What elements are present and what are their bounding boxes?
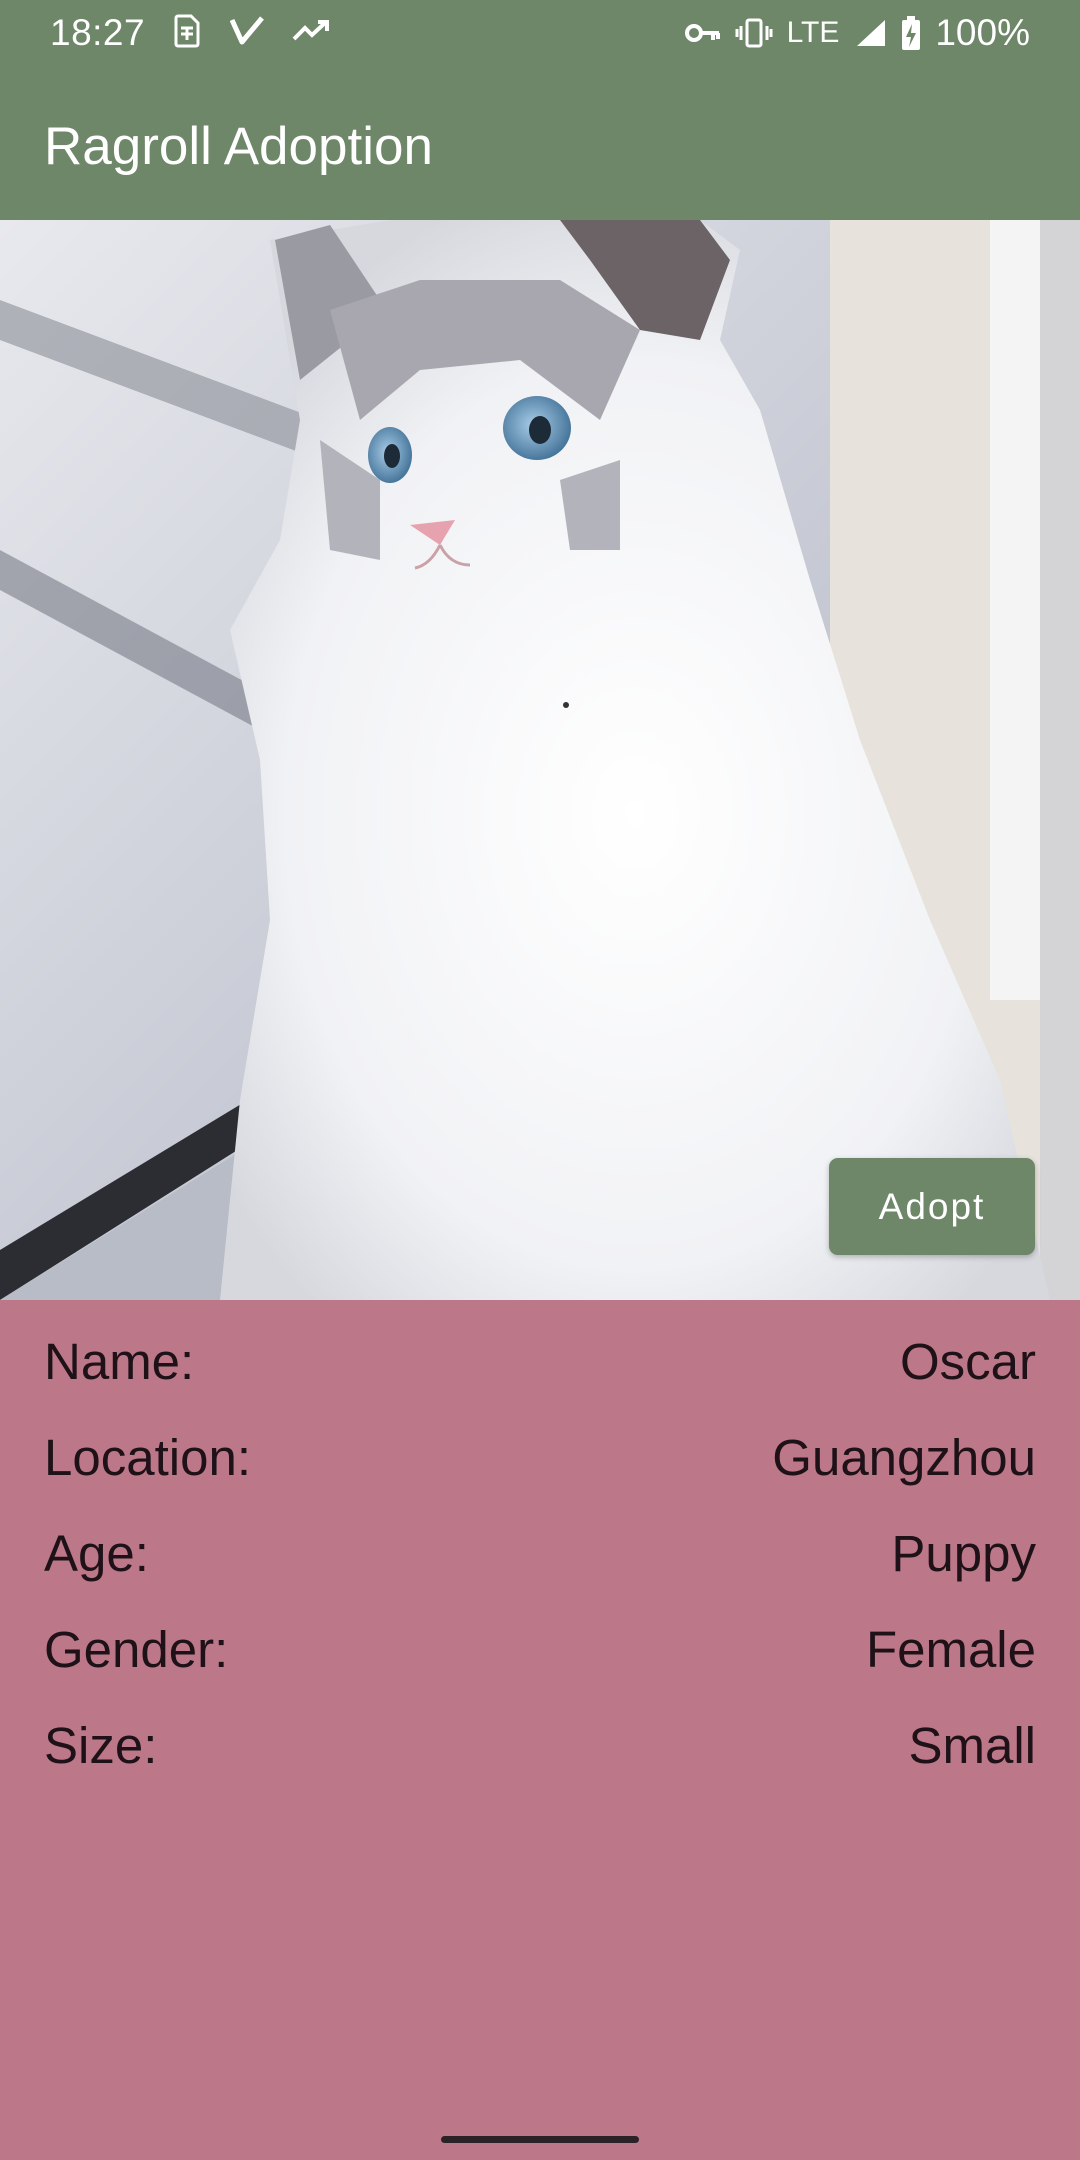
notification-icons [172,14,330,48]
detail-value-age: Puppy [891,1524,1036,1582]
pet-details: Name: Oscar Location: Guangzhou Age: Pup… [0,1300,1080,2160]
adopt-button[interactable]: Adopt [829,1158,1035,1255]
status-bar: 18:27 LTE 100% [0,0,1080,68]
detail-row-location: Location: Guangzhou [44,1417,1036,1497]
battery-percent: 100% [935,12,1030,53]
detail-row-size: Size: Small [44,1705,1036,1785]
pet-photo: Adopt [0,220,1080,1300]
battery-charging-icon [901,16,921,50]
detail-row-name: Name: Oscar [44,1321,1036,1401]
cat-photo-image [0,220,1080,1300]
home-indicator[interactable] [441,2136,639,2143]
sim-icon [172,14,202,48]
detail-value-location: Guangzhou [772,1428,1036,1486]
detail-row-age: Age: Puppy [44,1513,1036,1593]
app-bar: 18:27 LTE 100% Ragroll Adoption [0,0,1080,220]
detail-label-name: Name: [44,1332,195,1390]
detail-value-name: Oscar [899,1332,1036,1390]
detail-value-size: Small [908,1716,1036,1774]
detail-value-gender: Female [865,1620,1036,1678]
signal-icon [855,18,887,48]
app-title: Ragroll Adoption [44,117,433,176]
check-v-icon [230,16,264,46]
system-icons: LTE 100% [684,12,1030,54]
detail-label-location: Location: [44,1428,251,1486]
detail-row-gender: Gender: Female [44,1609,1036,1689]
detail-label-size: Size: [44,1716,158,1774]
detail-label-gender: Gender: [44,1620,229,1678]
detail-label-age: Age: [44,1524,149,1582]
status-time: 18:27 [50,12,146,53]
vibrate-icon [735,18,773,48]
trending-icon [292,19,330,43]
vpn-key-icon [684,22,721,44]
network-type: LTE [786,16,840,49]
